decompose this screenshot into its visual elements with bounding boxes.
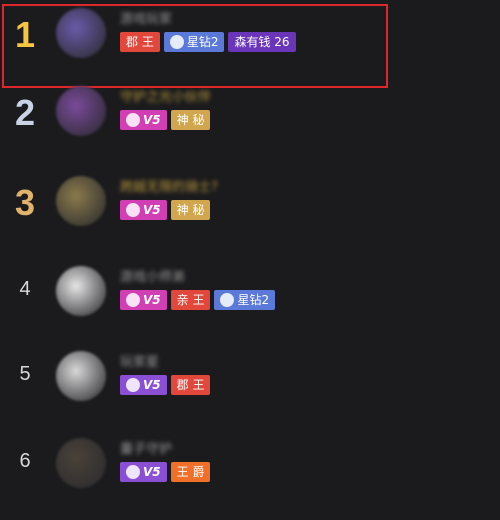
badge-label: V5 [143, 113, 161, 127]
username[interactable]: 量子守护 [120, 438, 172, 457]
avatar[interactable] [56, 86, 106, 136]
leaderboard-row[interactable]: 3 跨越无限的骑士? V5 神 秘 [0, 168, 500, 258]
badge: 神 秘 [170, 110, 211, 130]
badge-group: V5 郡 王 [120, 375, 211, 395]
leaderboard-row[interactable]: 5 玩家星 V5 郡 王 [0, 343, 500, 433]
avatar[interactable] [56, 266, 106, 316]
badge-label: 王 爵 [176, 465, 205, 479]
username[interactable]: 跨越无限的骑士? [120, 176, 218, 195]
badge-group: V5 亲 王 星钻2 [120, 290, 276, 310]
selection-highlight [2, 4, 388, 88]
badge-group: V5 神 秘 [120, 110, 211, 130]
vip-wings-icon [126, 293, 140, 307]
username[interactable]: 守护之光小伙伴 [120, 86, 211, 105]
vip-wings-icon [126, 113, 140, 127]
badge: V5 [120, 200, 167, 220]
leaderboard-row[interactable]: 4 游戏小师弟 V5 亲 王 星钻2 [0, 258, 500, 348]
badge: V5 [120, 462, 167, 482]
vip-wings-icon [126, 378, 140, 392]
badge: V5 [120, 110, 167, 130]
username[interactable]: 游戏小师弟 [120, 266, 185, 285]
badge-label: V5 [143, 203, 161, 217]
badge: 亲 王 [170, 290, 211, 310]
badge: 星钻2 [214, 290, 276, 310]
badge: 郡 王 [170, 375, 211, 395]
leaderboard-row[interactable]: 1 游戏玩家郡 王星钻2 森有钱 26 [0, 0, 500, 90]
badge-group: V5 神 秘 [120, 200, 211, 220]
username[interactable]: 玩家星 [120, 351, 159, 370]
avatar[interactable] [56, 351, 106, 401]
badge: 王 爵 [170, 462, 211, 482]
leaderboard-row[interactable]: 6 量子守护 V5 王 爵 [0, 430, 500, 520]
rank-number: 2 [14, 92, 36, 133]
badge-label: V5 [143, 378, 161, 392]
badge-label: 神 秘 [176, 113, 205, 127]
avatar[interactable] [56, 438, 106, 488]
vip-wings-icon [126, 203, 140, 217]
badge-group: V5 王 爵 [120, 462, 211, 482]
rank-number: 4 [19, 278, 31, 300]
badge-label: 亲 王 [176, 293, 205, 307]
leaderboard-row[interactable]: 2 守护之光小伙伴 V5 神 秘 [0, 78, 500, 168]
rank-number: 6 [19, 450, 31, 472]
vip-wings-icon [126, 465, 140, 479]
badge: V5 [120, 375, 167, 395]
star-diamond-icon [220, 293, 235, 307]
avatar[interactable] [56, 176, 106, 226]
rank-number: 5 [19, 363, 31, 385]
badge-label: 星钻2 [237, 293, 270, 307]
badge: V5 [120, 290, 167, 310]
rank-number: 3 [14, 182, 36, 223]
badge-label: V5 [143, 465, 161, 479]
badge-label: 郡 王 [176, 378, 205, 392]
badge-label: 神 秘 [176, 203, 205, 217]
badge-label: V5 [143, 293, 161, 307]
badge: 神 秘 [170, 200, 211, 220]
